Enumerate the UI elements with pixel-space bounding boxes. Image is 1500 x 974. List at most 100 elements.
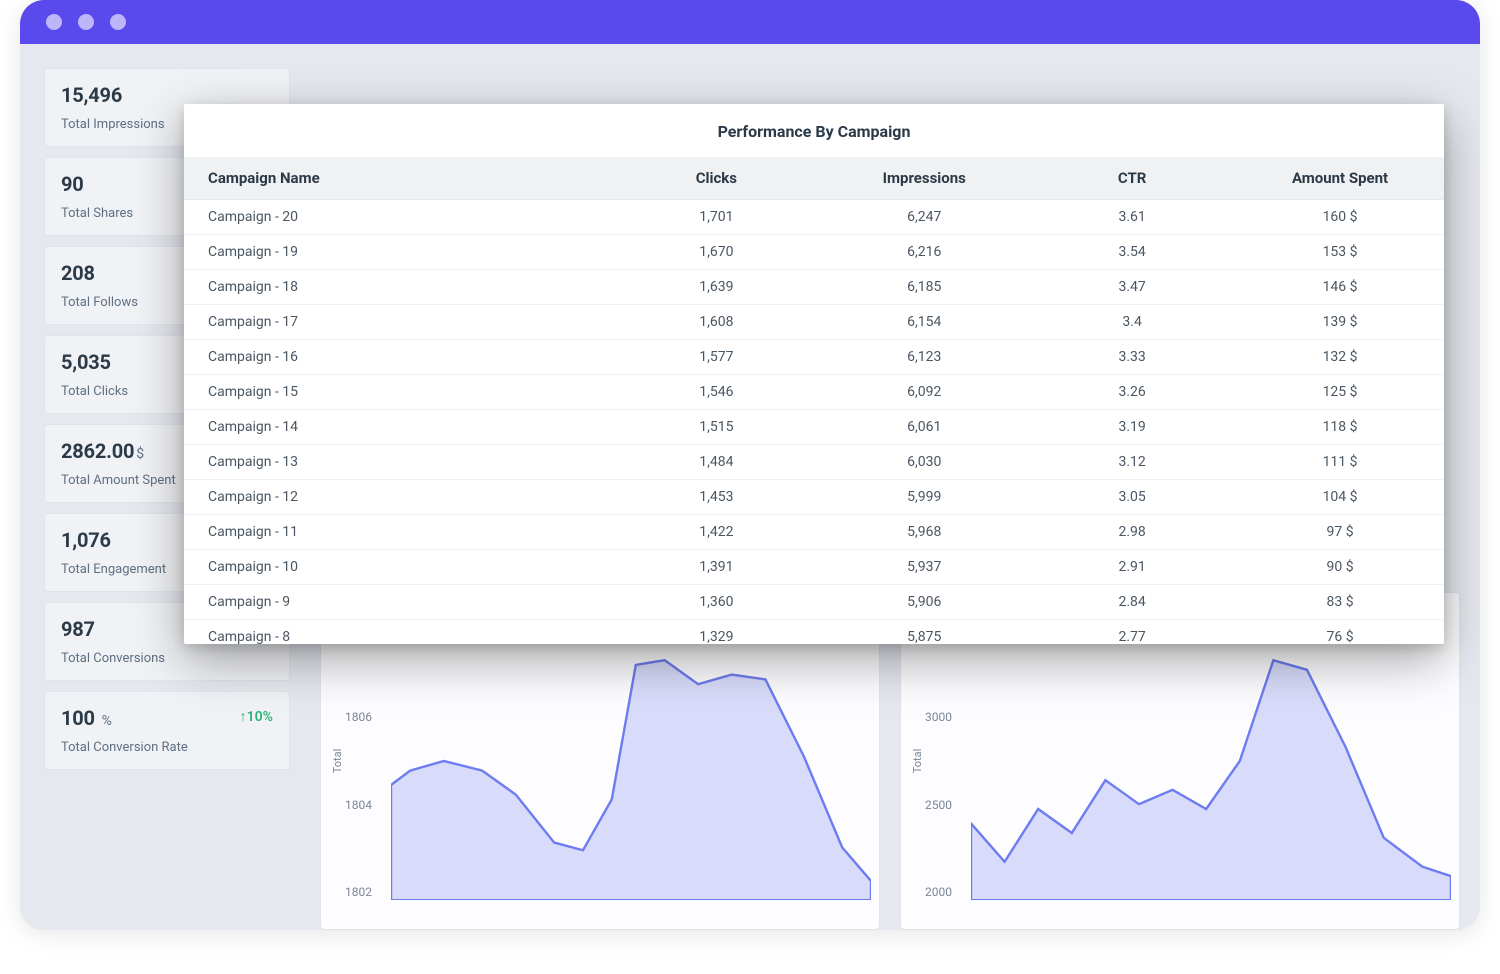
cell-value: 1,577 <box>612 340 820 375</box>
table-row[interactable]: Campaign - 201,7016,2473.61160 $ <box>184 200 1444 235</box>
cell-value: 146 $ <box>1236 270 1444 305</box>
cell-campaign-name: Campaign - 20 <box>184 200 612 235</box>
cell-value: 1,515 <box>612 410 820 445</box>
cell-value: 5,906 <box>820 585 1028 620</box>
cell-value: 3.19 <box>1028 410 1236 445</box>
cell-value: 132 $ <box>1236 340 1444 375</box>
cell-value: 90 $ <box>1236 550 1444 585</box>
cell-value: 83 $ <box>1236 585 1444 620</box>
table-row[interactable]: Campaign - 191,6706,2163.54153 $ <box>184 235 1444 270</box>
window-dot-max-icon[interactable] <box>110 14 126 30</box>
cell-value: 1,701 <box>612 200 820 235</box>
chart-ylabel: Total <box>331 749 344 774</box>
cell-campaign-name: Campaign - 10 <box>184 550 612 585</box>
col-header-impressions[interactable]: Impressions <box>820 157 1028 200</box>
table-row[interactable]: Campaign - 181,6396,1853.47146 $ <box>184 270 1444 305</box>
cell-value: 3.47 <box>1028 270 1236 305</box>
cell-value: 6,030 <box>820 445 1028 480</box>
cell-value: 6,061 <box>820 410 1028 445</box>
cell-value: 5,937 <box>820 550 1028 585</box>
cell-value: 153 $ <box>1236 235 1444 270</box>
cell-value: 3.61 <box>1028 200 1236 235</box>
col-header-amount[interactable]: Amount Spent <box>1236 157 1444 200</box>
cell-value: 3.33 <box>1028 340 1236 375</box>
kpi-label: Total Conversions <box>61 651 273 666</box>
table-row[interactable]: Campaign - 151,5466,0923.26125 $ <box>184 375 1444 410</box>
cell-campaign-name: Campaign - 11 <box>184 515 612 550</box>
col-header-name[interactable]: Campaign Name <box>184 157 612 200</box>
cell-value: 5,875 <box>820 620 1028 645</box>
kpi-label: Total Conversion Rate <box>61 740 273 755</box>
cell-value: 6,123 <box>820 340 1028 375</box>
cell-value: 1,608 <box>612 305 820 340</box>
table-row[interactable]: Campaign - 141,5156,0613.19118 $ <box>184 410 1444 445</box>
cell-value: 125 $ <box>1236 375 1444 410</box>
cell-value: 6,247 <box>820 200 1028 235</box>
cell-value: 6,154 <box>820 305 1028 340</box>
cell-value: 2.98 <box>1028 515 1236 550</box>
cell-value: 118 $ <box>1236 410 1444 445</box>
chart-series-area <box>971 660 1451 900</box>
dashboard-content: 15,496 Total Impressions 90 Total Shares… <box>20 44 1480 930</box>
cell-value: 1,329 <box>612 620 820 645</box>
table-row[interactable]: Campaign - 131,4846,0303.12111 $ <box>184 445 1444 480</box>
cell-campaign-name: Campaign - 8 <box>184 620 612 645</box>
cell-campaign-name: Campaign - 16 <box>184 340 612 375</box>
cell-value: 3.54 <box>1028 235 1236 270</box>
cell-campaign-name: Campaign - 13 <box>184 445 612 480</box>
cell-value: 3.12 <box>1028 445 1236 480</box>
chart-series-area <box>391 660 871 900</box>
cell-value: 2.84 <box>1028 585 1236 620</box>
chart-ylabel: Total <box>911 749 924 774</box>
table-row[interactable]: Campaign - 161,5776,1233.33132 $ <box>184 340 1444 375</box>
performance-table: Campaign Name Clicks Impressions CTR Amo… <box>184 157 1444 644</box>
cell-campaign-name: Campaign - 12 <box>184 480 612 515</box>
cell-campaign-name: Campaign - 17 <box>184 305 612 340</box>
modal-title: Performance By Campaign <box>184 104 1444 157</box>
table-row[interactable]: Campaign - 171,6086,1543.4139 $ <box>184 305 1444 340</box>
table-row[interactable]: Campaign - 111,4225,9682.9897 $ <box>184 515 1444 550</box>
cell-value: 1,639 <box>612 270 820 305</box>
window-dot-min-icon[interactable] <box>78 14 94 30</box>
table-row[interactable]: Campaign - 91,3605,9062.8483 $ <box>184 585 1444 620</box>
cell-value: 6,092 <box>820 375 1028 410</box>
kpi-card-conversion-rate[interactable]: 100 % ↑10% Total Conversion Rate <box>44 691 290 770</box>
cell-value: 1,484 <box>612 445 820 480</box>
col-header-clicks[interactable]: Clicks <box>612 157 820 200</box>
table-header-row: Campaign Name Clicks Impressions CTR Amo… <box>184 157 1444 200</box>
cell-value: 2.77 <box>1028 620 1236 645</box>
cell-value: 1,546 <box>612 375 820 410</box>
cell-value: 111 $ <box>1236 445 1444 480</box>
cell-value: 2.91 <box>1028 550 1236 585</box>
cell-value: 3.26 <box>1028 375 1236 410</box>
browser-window: 15,496 Total Impressions 90 Total Shares… <box>20 0 1480 930</box>
cell-value: 139 $ <box>1236 305 1444 340</box>
cell-value: 1,391 <box>612 550 820 585</box>
cell-value: 3.4 <box>1028 305 1236 340</box>
col-header-ctr[interactable]: CTR <box>1028 157 1236 200</box>
cell-value: 104 $ <box>1236 480 1444 515</box>
cell-value: 1,670 <box>612 235 820 270</box>
cell-value: 1,422 <box>612 515 820 550</box>
table-row[interactable]: Campaign - 101,3915,9372.9190 $ <box>184 550 1444 585</box>
kpi-delta-up-icon: ↑10% <box>240 708 273 725</box>
cell-value: 97 $ <box>1236 515 1444 550</box>
cell-value: 6,216 <box>820 235 1028 270</box>
cell-value: 5,968 <box>820 515 1028 550</box>
cell-campaign-name: Campaign - 14 <box>184 410 612 445</box>
cell-campaign-name: Campaign - 18 <box>184 270 612 305</box>
window-dot-close-icon[interactable] <box>46 14 62 30</box>
cell-value: 6,185 <box>820 270 1028 305</box>
cell-value: 3.05 <box>1028 480 1236 515</box>
cell-value: 160 $ <box>1236 200 1444 235</box>
table-row[interactable]: Campaign - 121,4535,9993.05104 $ <box>184 480 1444 515</box>
cell-campaign-name: Campaign - 19 <box>184 235 612 270</box>
cell-value: 76 $ <box>1236 620 1444 645</box>
cell-value: 1,360 <box>612 585 820 620</box>
cell-value: 1,453 <box>612 480 820 515</box>
cell-campaign-name: Campaign - 15 <box>184 375 612 410</box>
cell-value: 5,999 <box>820 480 1028 515</box>
table-row[interactable]: Campaign - 81,3295,8752.7776 $ <box>184 620 1444 645</box>
performance-table-modal: Performance By Campaign Campaign Name Cl… <box>184 104 1444 644</box>
window-titlebar <box>20 0 1480 44</box>
